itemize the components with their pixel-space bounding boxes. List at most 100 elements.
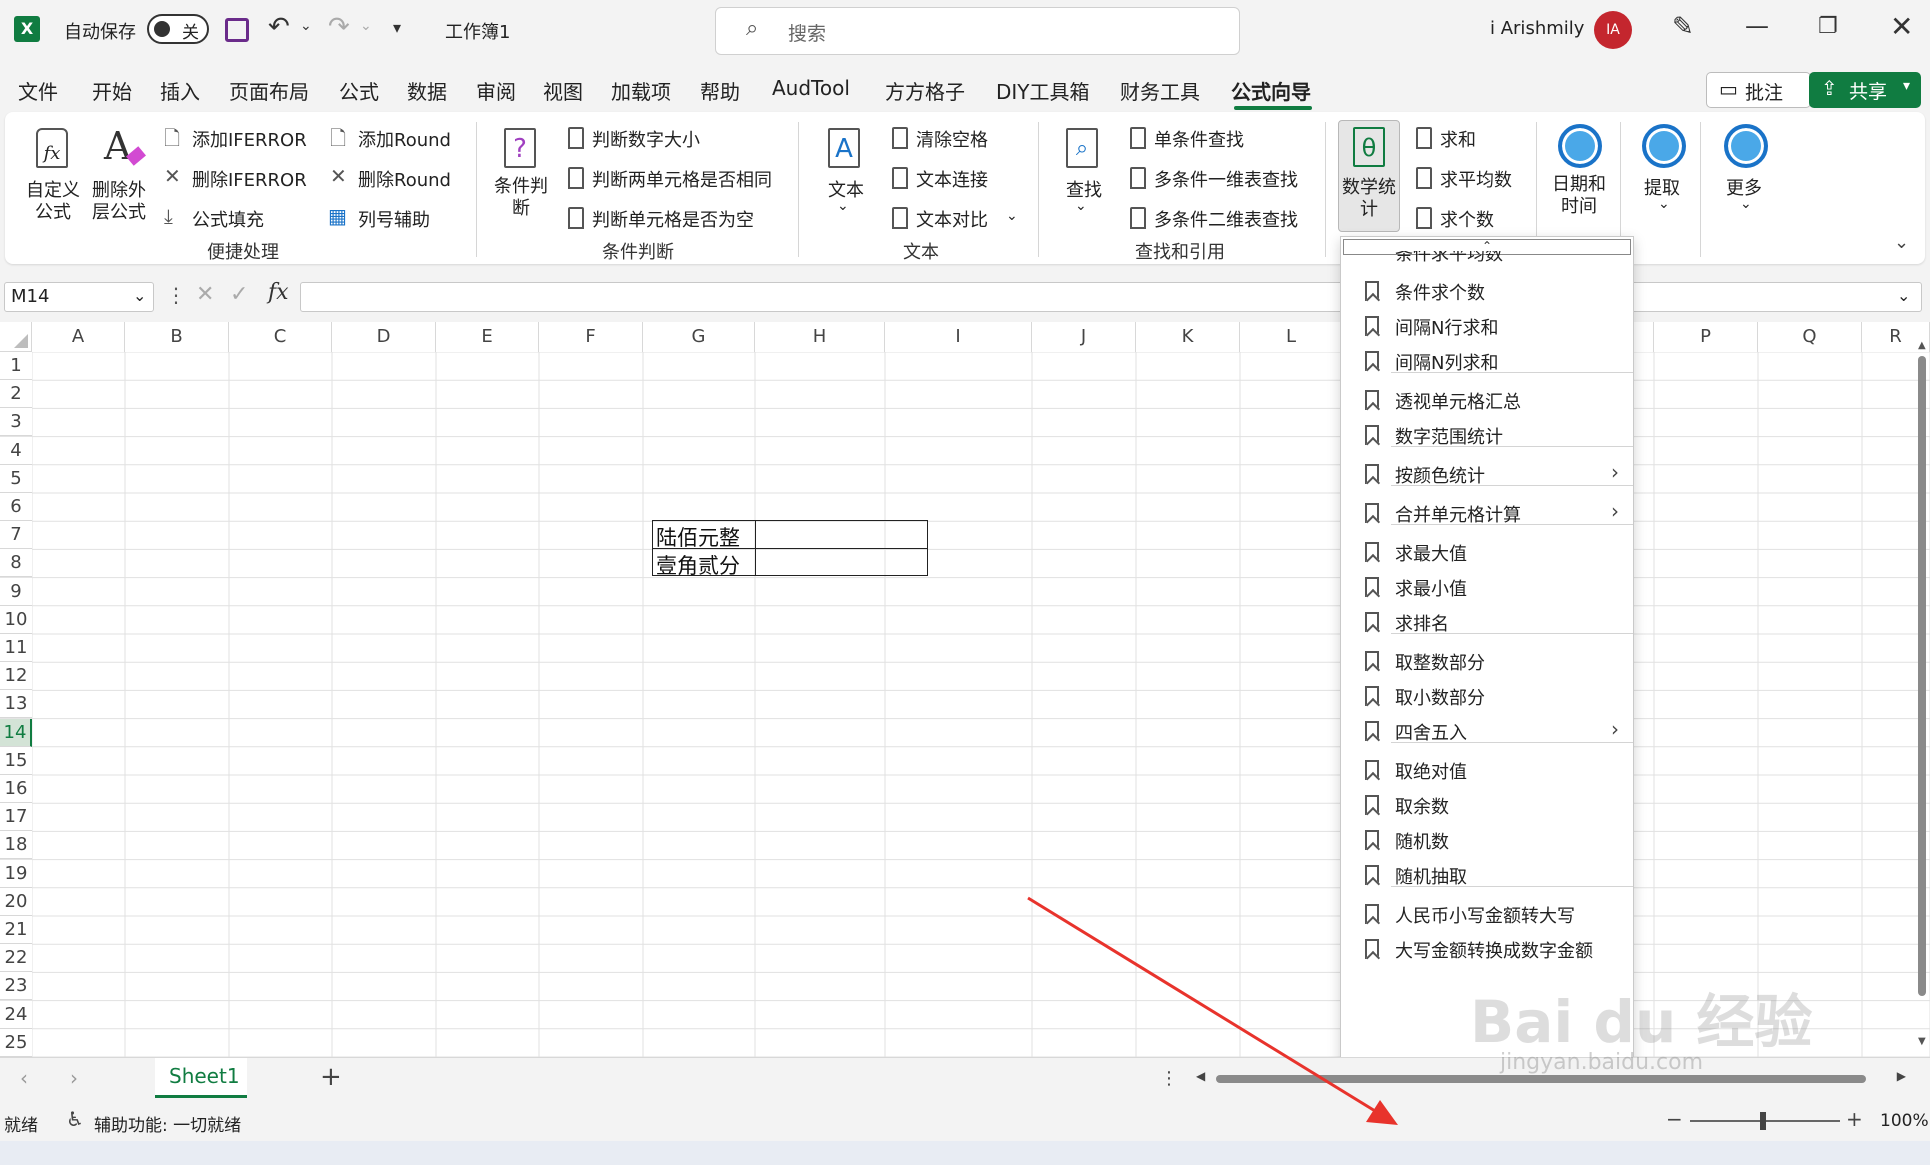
row-header[interactable]: 15 bbox=[0, 746, 32, 775]
row-header[interactable]: 20 bbox=[0, 887, 32, 916]
dropdown-item[interactable]: 人民币小写金额转大写 bbox=[1341, 896, 1633, 932]
average-button[interactable]: 求平均数 bbox=[1414, 164, 1524, 192]
row-header[interactable]: 25 bbox=[0, 1028, 32, 1057]
tab-insert[interactable]: 插入 bbox=[160, 76, 200, 105]
column-header[interactable]: K bbox=[1136, 322, 1240, 352]
col-helper-button[interactable]: ▦ 列号辅助 bbox=[328, 204, 468, 232]
dropdown-item[interactable]: 求最大值 bbox=[1341, 534, 1633, 570]
text-join-button[interactable]: 文本连接 bbox=[890, 164, 1030, 192]
row-header[interactable]: 13 bbox=[0, 690, 32, 719]
undo-icon[interactable]: ↶ bbox=[268, 12, 290, 42]
tab-formula-wizard[interactable]: 公式向导 bbox=[1231, 76, 1311, 105]
accessibility-status[interactable]: 辅助功能: 一切就绪 bbox=[94, 1111, 241, 1136]
chevron-down-icon[interactable]: ⌄ bbox=[1897, 286, 1910, 305]
dropdown-item[interactable]: 求最小值 bbox=[1341, 569, 1633, 605]
formula-fill-button[interactable]: ⤓ 公式填充 bbox=[162, 204, 312, 232]
zoom-slider[interactable] bbox=[1690, 1112, 1840, 1130]
prev-sheet-icon[interactable]: ‹ bbox=[20, 1066, 28, 1090]
dropdown-item[interactable]: 随机抽取 bbox=[1341, 857, 1633, 893]
zoom-in-icon[interactable]: + bbox=[1846, 1107, 1863, 1131]
zoom-level[interactable]: 100% bbox=[1880, 1111, 1929, 1131]
column-header[interactable]: E bbox=[436, 322, 539, 352]
tab-fangfang[interactable]: 方方格子 bbox=[885, 76, 965, 105]
compare-cells-button[interactable]: 判断两单元格是否相同 bbox=[566, 164, 796, 192]
sheet-tab-sheet1[interactable]: Sheet1 bbox=[155, 1058, 247, 1098]
share-button[interactable]: ⇪ 共享 ▾ bbox=[1809, 72, 1921, 108]
next-sheet-icon[interactable]: › bbox=[70, 1066, 78, 1090]
dropdown-item[interactable]: 取绝对值 bbox=[1341, 752, 1633, 788]
row-header[interactable]: 1 bbox=[0, 352, 32, 380]
add-iferror-button[interactable]: 🗋 添加IFERROR bbox=[162, 124, 312, 152]
sum-button[interactable]: 求和 bbox=[1414, 124, 1524, 152]
tab-diy[interactable]: DIY工具箱 bbox=[996, 76, 1090, 105]
row-header[interactable]: 16 bbox=[0, 775, 32, 803]
dropdown-item[interactable]: 大写金额转换成数字金额 bbox=[1341, 931, 1633, 967]
column-header[interactable]: I bbox=[885, 322, 1032, 352]
tab-file[interactable]: 文件 bbox=[18, 76, 58, 105]
dropdown-item[interactable]: 间隔N列求和 bbox=[1341, 343, 1633, 379]
dropdown-item[interactable]: 条件求个数 bbox=[1341, 273, 1633, 309]
dropdown-item[interactable]: 取余数 bbox=[1341, 787, 1633, 823]
cell-g8[interactable]: 壹角贰分 bbox=[656, 550, 740, 580]
column-header[interactable]: A bbox=[32, 322, 125, 352]
row-header[interactable]: 10 bbox=[0, 605, 32, 634]
minimize-icon[interactable]: — bbox=[1745, 12, 1769, 40]
undo-dropdown-icon[interactable]: ⌄ bbox=[300, 18, 312, 34]
row-header[interactable]: 21 bbox=[0, 916, 32, 944]
more-options-icon[interactable]: ⋮ bbox=[1160, 1068, 1178, 1089]
zoom-out-icon[interactable]: − bbox=[1666, 1107, 1683, 1131]
more-options-icon[interactable]: ⋮ bbox=[166, 283, 186, 307]
dropdown-item[interactable]: 合并单元格计算 › bbox=[1341, 495, 1633, 531]
tab-home[interactable]: 开始 bbox=[92, 76, 132, 105]
row-header[interactable]: 22 bbox=[0, 944, 32, 973]
find-button[interactable]: ⌕ 查找 ⌄ bbox=[1060, 124, 1112, 224]
dropdown-item[interactable]: 间隔N行求和 bbox=[1341, 308, 1633, 344]
search-box[interactable]: ⌕ 搜索 bbox=[715, 7, 1240, 55]
tab-formulas[interactable]: 公式 bbox=[339, 76, 379, 105]
add-round-button[interactable]: 🗋 添加Round bbox=[328, 124, 468, 152]
column-header[interactable]: H bbox=[755, 322, 885, 352]
formula-input[interactable]: ⌄ bbox=[300, 282, 1922, 312]
insert-function-icon[interactable]: fx bbox=[268, 280, 289, 305]
dropdown-item[interactable]: 按颜色统计 › bbox=[1341, 456, 1633, 492]
tab-addins[interactable]: 加载项 bbox=[611, 76, 671, 105]
multi-2d-find-button[interactable]: 多条件二维表查找 bbox=[1128, 204, 1328, 232]
row-header[interactable]: 7 bbox=[0, 521, 32, 550]
comments-button[interactable]: ▭ 批注 bbox=[1706, 72, 1811, 108]
condition-judge-button[interactable]: ? 条件判 断 bbox=[490, 124, 552, 224]
column-header[interactable]: Q bbox=[1758, 322, 1862, 352]
dropdown-item[interactable]: 数字范围统计 bbox=[1341, 417, 1633, 453]
add-sheet-icon[interactable]: + bbox=[320, 1062, 342, 1092]
cancel-icon[interactable]: ✕ bbox=[196, 282, 214, 307]
single-find-button[interactable]: 单条件查找 bbox=[1128, 124, 1328, 152]
tab-finance[interactable]: 财务工具 bbox=[1120, 76, 1200, 105]
row-header[interactable]: 2 bbox=[0, 380, 32, 409]
scroll-thumb[interactable] bbox=[1918, 356, 1926, 996]
accessibility-icon[interactable]: ♿ bbox=[66, 1107, 84, 1131]
user-name[interactable]: i Arishmily bbox=[1490, 18, 1584, 39]
row-header[interactable]: 17 bbox=[0, 803, 32, 832]
dropdown-item[interactable]: 透视单元格汇总 bbox=[1341, 382, 1633, 418]
redo-dropdown-icon[interactable]: ⌄ bbox=[360, 18, 372, 34]
dropdown-item[interactable]: 四舍五入 › bbox=[1341, 713, 1633, 749]
column-header[interactable]: D bbox=[332, 322, 436, 352]
count-button[interactable]: 求个数 bbox=[1414, 204, 1524, 232]
redo-icon[interactable]: ↷ bbox=[328, 12, 350, 42]
name-box[interactable]: M14 ⌄ bbox=[4, 282, 154, 312]
row-header[interactable]: 18 bbox=[0, 831, 32, 860]
extract-button[interactable]: 提取 ⌄ bbox=[1636, 124, 1692, 224]
avatar[interactable]: IA bbox=[1594, 11, 1632, 49]
row-header[interactable]: 12 bbox=[0, 662, 32, 691]
column-header[interactable]: J bbox=[1032, 322, 1136, 352]
multi-1d-find-button[interactable]: 多条件一维表查找 bbox=[1128, 164, 1328, 192]
row-header[interactable]: 24 bbox=[0, 1000, 32, 1029]
math-stat-button[interactable]: θ 数学统 计 bbox=[1338, 120, 1400, 232]
column-header[interactable]: F bbox=[539, 322, 643, 352]
tab-data[interactable]: 数据 bbox=[407, 76, 447, 105]
tab-view[interactable]: 视图 bbox=[543, 76, 583, 105]
tab-audtool[interactable]: AudTool bbox=[772, 76, 850, 100]
close-icon[interactable]: ✕ bbox=[1890, 10, 1913, 43]
dropdown-item[interactable]: 取小数部分 bbox=[1341, 678, 1633, 714]
ribbon-collapse-icon[interactable]: ⌄ bbox=[1894, 232, 1909, 253]
tab-page-layout[interactable]: 页面布局 bbox=[229, 76, 309, 105]
